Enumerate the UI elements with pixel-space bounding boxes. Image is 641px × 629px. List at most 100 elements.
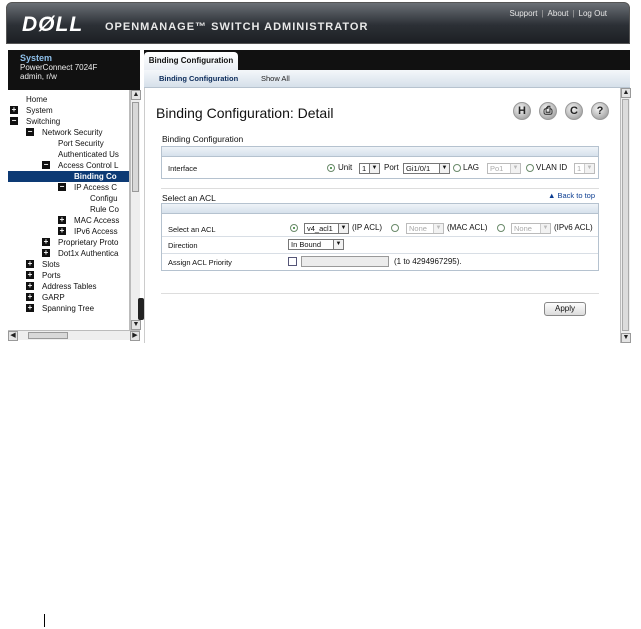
scroll-thumb[interactable] [132, 102, 139, 192]
expand-icon[interactable]: + [26, 304, 34, 312]
expand-icon[interactable]: + [26, 282, 34, 290]
nav-item[interactable]: Port Security [58, 138, 104, 149]
nav-item[interactable]: Dot1x Authentica [58, 248, 118, 259]
ip-acl-label: (IP ACL) [352, 223, 383, 232]
nav-item-label: Slots [42, 260, 60, 269]
mac-acl-label: (MAC ACL) [447, 223, 488, 232]
subtab-binding-configuration[interactable]: Binding Configuration [159, 74, 238, 83]
system-title[interactable]: System [20, 53, 128, 63]
subtab-show-all[interactable]: Show All [261, 74, 290, 83]
logout-link[interactable]: Log Out [579, 9, 607, 18]
nav-item[interactable]: Network Security [42, 127, 102, 138]
scroll-left-icon[interactable]: ◀ [8, 331, 18, 341]
expand-icon[interactable]: + [42, 249, 50, 257]
vlan-radio[interactable] [526, 164, 534, 172]
scroll-down-icon[interactable]: ▼ [621, 333, 631, 343]
unit-select[interactable]: 1 ▼ [359, 163, 380, 174]
port-value: Gi1/0/1 [406, 164, 431, 173]
expand-icon[interactable]: + [26, 260, 34, 268]
scroll-up-icon[interactable]: ▲ [621, 88, 631, 98]
back-to-top-link[interactable]: ▲ Back to top [548, 191, 595, 200]
scroll-thumb[interactable] [28, 332, 68, 339]
nav-item[interactable]: Address Tables [42, 281, 97, 292]
direction-select[interactable]: In Bound ▼ [288, 239, 344, 250]
nav-item[interactable]: Authenticated Us [58, 149, 119, 160]
unit-value: 1 [362, 164, 367, 173]
nav-item[interactable]: Home [26, 94, 47, 105]
collapse-icon[interactable]: − [58, 183, 66, 191]
mac-acl-select[interactable]: None ▼ [406, 223, 444, 234]
binding-config-box: Interface Unit 1 ▼ Port Gi1/0/1 ▼ LAG Po… [161, 146, 599, 179]
nav-item[interactable]: Rule Co [90, 204, 119, 215]
collapse-icon[interactable]: − [42, 161, 50, 169]
mac-acl-radio[interactable] [391, 224, 399, 232]
nav-item[interactable]: Binding Co [8, 171, 129, 182]
direction-value: In Bound [291, 240, 322, 249]
nav-item-label: Authenticated Us [58, 150, 119, 159]
nav-item[interactable]: Switching [26, 116, 60, 127]
support-link[interactable]: Support [509, 9, 537, 18]
nav-item-label: Proprietary Proto [58, 238, 119, 247]
scroll-thumb[interactable] [622, 99, 629, 331]
lag-select[interactable]: Po1 ▼ [487, 163, 521, 174]
nav-item-label: MAC Access [74, 216, 120, 225]
top-links: Support | About | Log Out [509, 9, 607, 18]
scroll-up-icon[interactable]: ▲ [131, 90, 141, 100]
tree-vertical-scrollbar[interactable]: ▲ ▼ [130, 90, 141, 330]
system-info: System PowerConnect 7024F admin, r/w [8, 50, 140, 90]
vlan-value: 1 [577, 164, 582, 173]
ip-acl-radio[interactable] [290, 224, 298, 232]
nav-item[interactable]: Slots [42, 259, 60, 270]
ipv6-acl-radio[interactable] [497, 224, 505, 232]
nav-item[interactable]: System [26, 105, 53, 116]
scroll-down-icon[interactable]: ▼ [131, 320, 141, 330]
ip-acl-select[interactable]: v4_acl1 ▼ [304, 223, 349, 234]
collapse-icon[interactable]: − [26, 128, 34, 136]
nav-item[interactable]: IP Access C [74, 182, 117, 193]
nav-item[interactable]: Access Control L [58, 160, 118, 171]
acl-section-label: Select an ACL [162, 193, 216, 203]
help-icon[interactable]: ? [591, 102, 609, 120]
expand-icon[interactable]: + [26, 293, 34, 301]
expand-icon[interactable]: + [42, 238, 50, 246]
nav-item[interactable]: Spanning Tree [42, 303, 94, 314]
priority-checkbox[interactable] [288, 257, 297, 266]
collapse-icon[interactable]: − [10, 117, 18, 125]
expand-icon[interactable]: + [26, 271, 34, 279]
nav-item[interactable]: Ports [42, 270, 61, 281]
expand-icon[interactable]: + [10, 106, 18, 114]
refresh-icon[interactable]: C [565, 102, 583, 120]
expand-icon[interactable]: + [58, 227, 66, 235]
priority-input[interactable] [301, 256, 389, 267]
vlan-select[interactable]: 1 ▼ [574, 163, 595, 174]
acl-config-box: Select an ACL v4_acl1 ▼ (IP ACL) None ▼ … [161, 203, 599, 271]
print-icon[interactable]: ⎙ [539, 102, 557, 120]
port-select[interactable]: Gi1/0/1 ▼ [403, 163, 450, 174]
nav-item-label: Spanning Tree [42, 304, 95, 313]
content-vertical-scrollbar[interactable]: ▲ ▼ [620, 88, 631, 343]
nav-item[interactable]: MAC Access [74, 215, 119, 226]
chevron-down-icon: ▼ [338, 224, 348, 233]
box-header-strip [162, 147, 598, 157]
ipv6-acl-label: (IPv6 ACL) [554, 223, 593, 232]
tab-binding-configuration[interactable]: Binding Configuration [144, 52, 238, 70]
nav-item[interactable]: IPv6 Access [74, 226, 118, 237]
expand-icon[interactable]: + [58, 216, 66, 224]
unit-radio[interactable] [327, 164, 335, 172]
lag-radio[interactable] [453, 164, 461, 172]
app-window: DØLL OPENMANAGE™ SWITCH ADMINISTRATOR Su… [6, 2, 631, 343]
ipv6-acl-select[interactable]: None ▼ [511, 223, 551, 234]
chevron-down-icon: ▼ [433, 224, 443, 233]
nav-item[interactable]: Proprietary Proto [58, 237, 118, 248]
nav-item[interactable]: Configu [90, 193, 118, 204]
nav-item-label: Dot1x Authentica [58, 249, 119, 258]
tree-horizontal-scrollbar[interactable]: ◀ ▶ [8, 330, 140, 341]
apply-button[interactable]: Apply [544, 302, 586, 316]
nav-item[interactable]: GARP [42, 292, 65, 303]
tab-bar: Binding Configuration [144, 50, 630, 70]
interface-label: Interface [168, 164, 198, 173]
about-link[interactable]: About [548, 9, 569, 18]
save-icon[interactable]: H [513, 102, 531, 120]
scroll-right-icon[interactable]: ▶ [130, 331, 140, 341]
main-panel: Binding Configuration Binding Configurat… [144, 50, 631, 343]
